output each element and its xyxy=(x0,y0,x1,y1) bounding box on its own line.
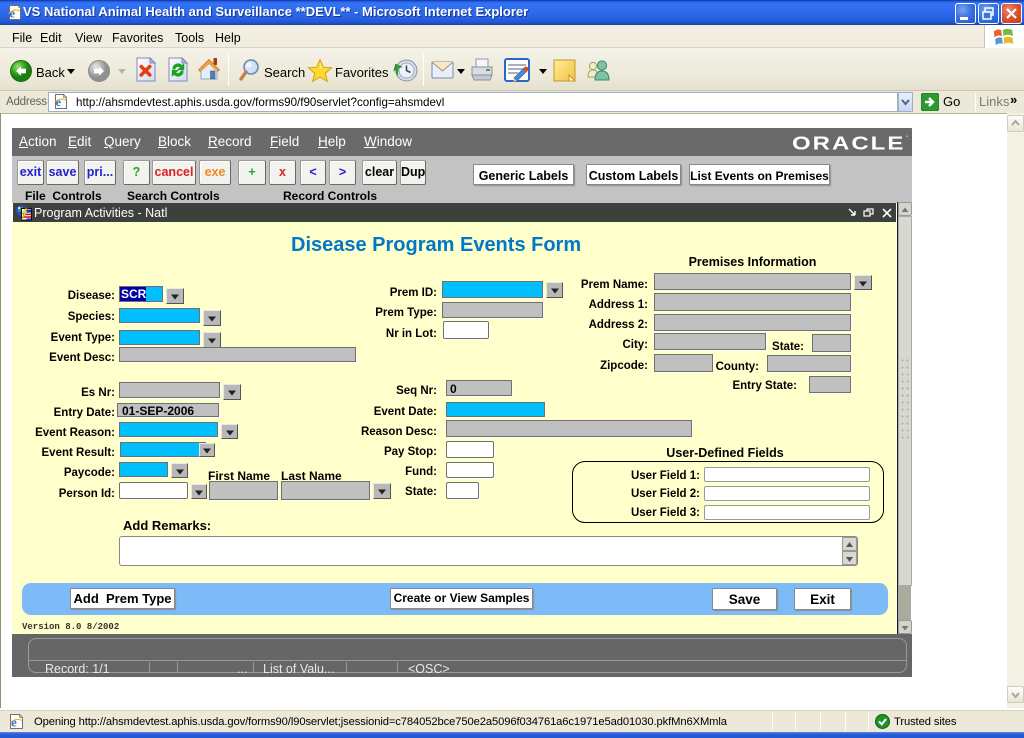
svg-text:e: e xyxy=(11,715,17,730)
svg-text:e: e xyxy=(56,95,62,109)
svg-text:e: e xyxy=(9,6,15,21)
